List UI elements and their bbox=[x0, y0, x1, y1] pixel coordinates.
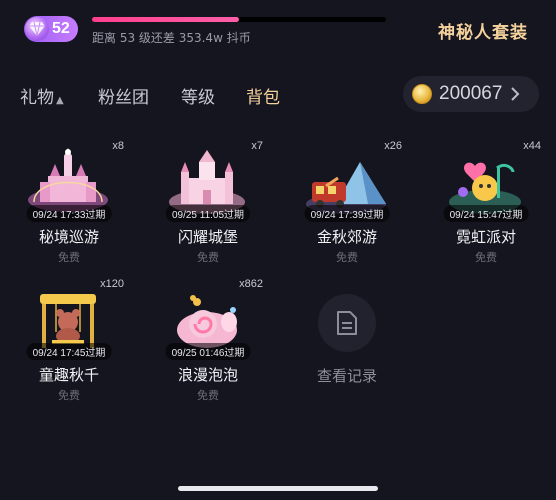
sort-updown-icon: ▲ bbox=[56, 95, 64, 106]
gift-price: 免费 bbox=[197, 251, 219, 264]
expire-badge: 09/24 17:33过期 bbox=[26, 205, 112, 222]
document-icon bbox=[318, 294, 376, 352]
gift-item[interactable]: x26 09/24 17:39过期 金秋郊游 免费 bbox=[278, 140, 416, 264]
view-record-label: 查看记录 bbox=[316, 367, 377, 385]
gift-item[interactable]: x862 09/25 01:46过期 浪漫泡泡 免费 bbox=[139, 278, 277, 402]
mystery-outfit-button[interactable]: 神秘人套装 bbox=[438, 18, 528, 43]
gift-name: 霓虹派对 bbox=[455, 228, 516, 246]
tab-fan-club[interactable]: 粉丝团 bbox=[98, 83, 149, 108]
gift-item[interactable]: x120 09/24 17:45过期 童趣秋千 免费 bbox=[0, 278, 138, 402]
gift-price: 免费 bbox=[336, 251, 358, 264]
level-progress-fill bbox=[92, 17, 239, 22]
expire-badge: 09/24 17:45过期 bbox=[26, 343, 112, 360]
expire-badge: 09/24 15:47过期 bbox=[443, 205, 529, 222]
gift-item[interactable]: x7 09/25 11:05过期 闪耀城堡 免费 bbox=[139, 140, 277, 264]
level-badge[interactable]: 52 bbox=[24, 16, 78, 42]
gift-name: 闪耀城堡 bbox=[177, 228, 238, 246]
gift-name: 秘境巡游 bbox=[38, 228, 99, 246]
tab-gifts-label: 礼物 bbox=[20, 88, 54, 108]
gift-price: 免费 bbox=[58, 251, 80, 264]
expire-badge: 09/25 11:05过期 bbox=[165, 205, 251, 222]
coin-amount: 200067 bbox=[439, 83, 503, 104]
level-progress-text: 距离 53 级还差 353.4w 抖币 bbox=[92, 31, 251, 45]
level-progress-bar bbox=[92, 17, 386, 22]
level-header: 52 距离 53 级还差 353.4w 抖币 神秘人套装 bbox=[0, 0, 556, 56]
gift-name: 金秋郊游 bbox=[316, 228, 377, 246]
expire-badge: 09/24 17:39过期 bbox=[304, 205, 390, 222]
gift-price: 免费 bbox=[475, 251, 497, 264]
tab-level[interactable]: 等级 bbox=[181, 83, 215, 108]
gift-price: 免费 bbox=[197, 389, 219, 402]
gift-price: 免费 bbox=[58, 389, 80, 402]
tab-gifts[interactable]: 礼物 ▲ bbox=[20, 83, 64, 108]
level-number: 52 bbox=[52, 20, 70, 37]
expire-badge: 09/25 01:46过期 bbox=[165, 343, 251, 360]
chevron-right-icon bbox=[511, 87, 520, 101]
diamond-level-icon bbox=[25, 17, 49, 41]
gift-item[interactable]: x44 09/24 15:47过期 霓虹派对 免费 bbox=[417, 140, 555, 264]
coin-icon bbox=[412, 84, 432, 104]
gift-tabs: 礼物 ▲ 粉丝团 等级 背包 200067 bbox=[0, 76, 556, 112]
home-indicator[interactable] bbox=[178, 486, 378, 491]
gift-item[interactable]: x8 09/24 17:33过期 秘境巡游 免费 bbox=[0, 140, 138, 264]
gift-name: 童趣秋千 bbox=[38, 366, 99, 384]
view-record-button[interactable]: 查看记录 bbox=[297, 294, 397, 394]
coin-balance-button[interactable]: 200067 bbox=[403, 76, 539, 112]
tab-backpack[interactable]: 背包 bbox=[246, 83, 280, 108]
gift-name: 浪漫泡泡 bbox=[177, 366, 238, 384]
